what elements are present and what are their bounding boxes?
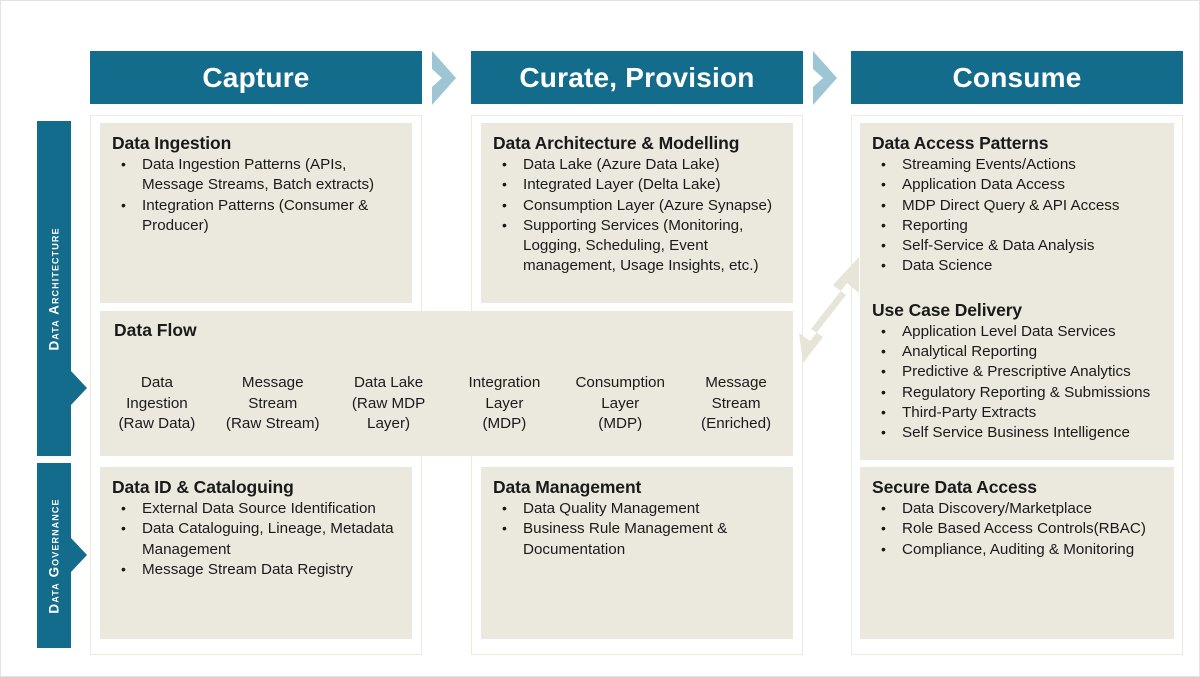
data-flow-cell: Message Stream (Enriched) [679,352,793,456]
data-flow-cell-line: Stream [711,394,761,412]
list-item: Self-Service & Data Analysis [872,235,1162,256]
data-flow-cell-line: Message [241,374,304,392]
swimlane-label-data-architecture: Data Architecture [46,226,62,351]
data-flow-cells: Data Ingestion (Raw Data) Message Stream… [100,352,793,456]
list-item: Analytical Reporting [872,341,1162,362]
diagram-canvas: Capture Curate, Provision Consume Data A… [0,0,1200,677]
data-flow-cell-line: (Raw MDP [351,394,426,412]
list-item: Application Level Data Services [872,321,1162,342]
panel-data-management-title: Data Management [493,477,642,497]
data-flow-cell-line: (Raw Stream) [225,415,320,433]
data-flow-cell-line: Data [140,374,173,392]
data-flow-cell-line: Stream [248,394,298,412]
panel-data-ingestion-title: Data Ingestion [112,133,232,153]
list-item: Self Service Business Intelligence [872,422,1162,443]
list-item: Business Rule Management & Documentation [493,518,781,560]
panel-data-ingestion-list: Data Ingestion Patterns (APIs, Message S… [112,154,400,237]
data-flow-cell-line: Integration [468,374,541,392]
panel-consume-architecture: Data Access Patterns Streaming Events/Ac… [860,123,1174,460]
panel-secure-data-access-title: Secure Data Access [872,477,1037,497]
list-item: Regulatory Reporting & Submissions [872,382,1162,403]
list-item: Data Lake (Azure Data Lake) [493,154,781,175]
panel-secure-data-access: Secure Data Access Data Discovery/Market… [860,467,1174,639]
bidirectional-flow-arrow-icon [797,253,869,375]
list-item: Consumption Layer (Azure Synapse) [493,195,781,216]
data-flow-cell-line: (MDP) [598,415,643,433]
swimlane-arrow-tip-architecture-icon [71,371,87,405]
panel-use-case-delivery-list: Application Level Data Services Analytic… [872,321,1162,444]
phase-header-consume: Consume [851,51,1183,104]
chevron-curate-to-consume-icon [809,47,845,109]
list-item: Supporting Services (Monitoring, Logging… [493,215,781,277]
phase-header-capture-label: Capture [202,61,310,93]
data-flow-cell: Data Lake (Raw MDP Layer) [331,352,446,456]
list-item: Application Data Access [872,174,1162,195]
panel-data-management-list: Data Quality Management Business Rule Ma… [493,498,781,560]
data-flow-cell-line: (Enriched) [701,415,772,433]
panel-data-id-cataloguing-list: External Data Source Identification Data… [112,498,400,580]
list-item: Predictive & Prescriptive Analytics [872,361,1162,382]
list-item: Third-Party Extracts [872,402,1162,423]
data-flow-cell-line: Layer [485,394,524,412]
list-item: External Data Source Identification [112,498,400,519]
data-flow-cell: Message Stream (Raw Stream) [215,352,330,456]
list-item: Integration Patterns (Consumer & Produce… [112,195,400,237]
swimlane-band-data-governance: Data Governance [37,463,87,648]
panel-data-access-patterns-title: Data Access Patterns [872,133,1049,153]
data-flow-cell: Data Ingestion (Raw Data) [100,352,214,456]
panel-secure-data-access-list: Data Discovery/Marketplace Role Based Ac… [872,498,1162,560]
panel-data-id-cataloguing-title: Data ID & Cataloguing [112,477,294,497]
panel-data-architecture-modelling-title: Data Architecture & Modelling [493,133,740,153]
swimlane-arrow-tip-governance-icon [71,538,87,572]
list-item: Data Ingestion Patterns (APIs, Message S… [112,154,400,196]
list-item: MDP Direct Query & API Access [872,195,1162,216]
data-flow-cell: Consumption Layer (MDP) [563,352,678,456]
panel-data-architecture-modelling: Data Architecture & Modelling Data Lake … [481,123,793,303]
data-flow-cell-line: (MDP) [482,415,527,433]
data-flow-cell-line: Data Lake [353,374,424,392]
data-flow-title: Data Flow [114,320,197,340]
list-item: Data Quality Management [493,498,781,519]
data-flow-cell-line: Layer [601,394,640,412]
data-flow-cell: Integration Layer (MDP) [447,352,562,456]
list-item: Role Based Access Controls(RBAC) [872,518,1162,539]
list-item: Data Science [872,255,1162,276]
data-flow-cell-line: Layer) [367,415,411,433]
panel-use-case-delivery-title: Use Case Delivery [872,299,1023,320]
list-item: Message Stream Data Registry [112,559,400,580]
panel-data-architecture-modelling-list: Data Lake (Azure Data Lake) Integrated L… [493,154,781,277]
data-flow-cell-line: (Raw Data) [118,415,196,433]
list-item: Reporting [872,215,1162,236]
list-item: Data Discovery/Marketplace [872,498,1162,519]
list-item: Integrated Layer (Delta Lake) [493,174,781,195]
list-item: Data Cataloguing, Lineage, Metadata Mana… [112,518,400,560]
swimlane-label-data-governance: Data Governance [46,497,62,614]
data-flow-cell-line: Message [705,374,767,392]
phase-header-capture: Capture [90,51,422,104]
swimlane-band-data-architecture: Data Architecture [37,121,87,456]
data-flow-cell-line: Consumption [575,374,665,392]
phase-header-curate-label: Curate, Provision [519,61,755,93]
phase-header-curate: Curate, Provision [471,51,803,104]
phase-header-consume-label: Consume [952,61,1082,93]
panel-data-id-cataloguing: Data ID & Cataloguing External Data Sour… [100,467,412,639]
list-item: Streaming Events/Actions [872,154,1162,175]
list-item: Compliance, Auditing & Monitoring [872,539,1162,560]
chevron-capture-to-curate-icon [428,47,464,109]
data-flow-band: Data Flow Data Ingestion (Raw Data) Mess… [100,311,793,456]
panel-data-ingestion: Data Ingestion Data Ingestion Patterns (… [100,123,412,303]
panel-data-management: Data Management Data Quality Management … [481,467,793,639]
data-flow-cell-line: Ingestion [126,394,188,412]
panel-data-access-patterns-list: Streaming Events/Actions Application Dat… [872,154,1162,277]
